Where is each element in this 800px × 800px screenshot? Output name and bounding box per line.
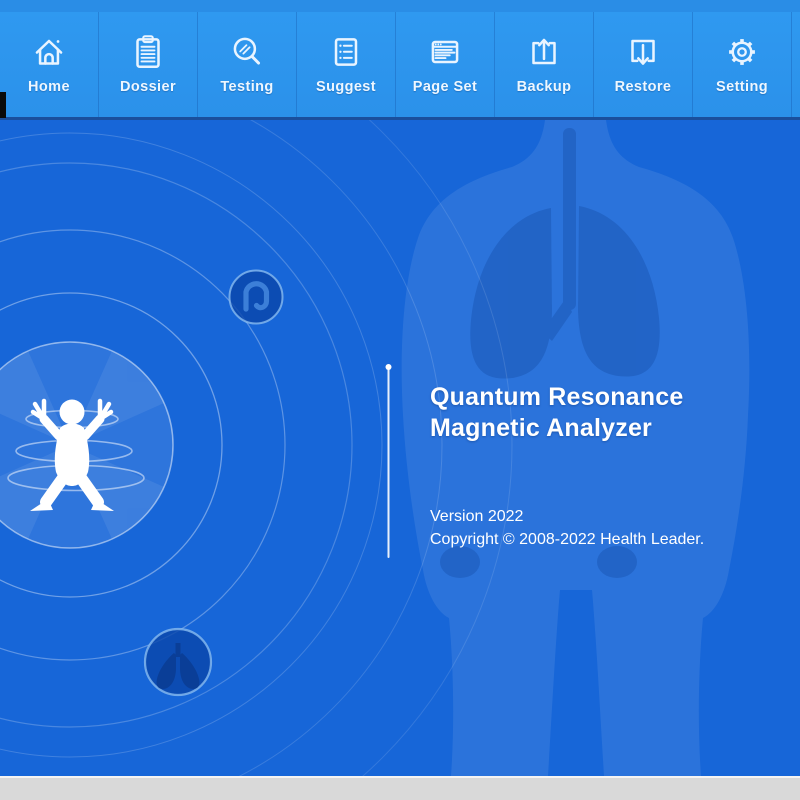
toolbar-label-testing: Testing: [220, 79, 273, 95]
colon-icon: [230, 271, 283, 324]
status-bar: Copyright 2008-2022 Health Leader. All R…: [0, 776, 800, 800]
toolbar-label-backup: Backup: [517, 79, 572, 95]
toolbar-button-suggest[interactable]: Suggest: [297, 12, 396, 117]
window-top-strip: [0, 0, 800, 12]
splash-area: Quantum Resonance Magnetic Analyzer Vers…: [0, 120, 800, 776]
suggest-icon: [325, 31, 367, 73]
copyright-text: Copyright © 2008-2022 Health Leader.: [430, 531, 704, 549]
toolbar-button-testing[interactable]: Testing: [198, 12, 297, 117]
headline-divider-line: [386, 364, 392, 557]
restore-icon: [622, 31, 664, 73]
backup-icon: [523, 31, 565, 73]
setting-icon: [721, 31, 763, 73]
toolbar-label-suggest: Suggest: [316, 79, 376, 95]
left-edge-notch: [0, 92, 6, 118]
body-silhouette: [402, 120, 750, 776]
dossier-icon: [127, 31, 169, 73]
pageset-icon: [424, 31, 466, 73]
toolbar-label-dossier: Dossier: [120, 79, 176, 95]
toolbar-label-restore: Restore: [615, 79, 672, 95]
toolbar-button-dossier[interactable]: Dossier: [99, 12, 198, 117]
testing-icon: [226, 31, 268, 73]
app-title: Quantum Resonance Magnetic Analyzer: [430, 382, 683, 444]
lungs-icon: [145, 629, 211, 695]
splash-background-graphic: [0, 120, 800, 776]
toolbar-button-restore[interactable]: Restore: [594, 12, 693, 117]
app-title-line1: Quantum Resonance: [430, 382, 683, 413]
toolbar-label-setting: Setting: [716, 79, 768, 95]
toolbar-button-backup[interactable]: Backup: [495, 12, 594, 117]
main-toolbar: Home Dossier: [0, 12, 800, 120]
toolbar-button-home[interactable]: Home: [0, 12, 99, 117]
toolbar-button-setting[interactable]: Setting: [693, 12, 792, 117]
app-window: Home Dossier: [0, 0, 800, 800]
home-icon: [28, 31, 70, 73]
toolbar-label-pageset: Page Set: [413, 79, 477, 95]
toolbar-button-pageset[interactable]: Page Set: [396, 12, 495, 117]
toolbar-label-home: Home: [28, 79, 70, 95]
version-text: Version 2022: [430, 508, 523, 526]
app-title-line2: Magnetic Analyzer: [430, 413, 683, 444]
